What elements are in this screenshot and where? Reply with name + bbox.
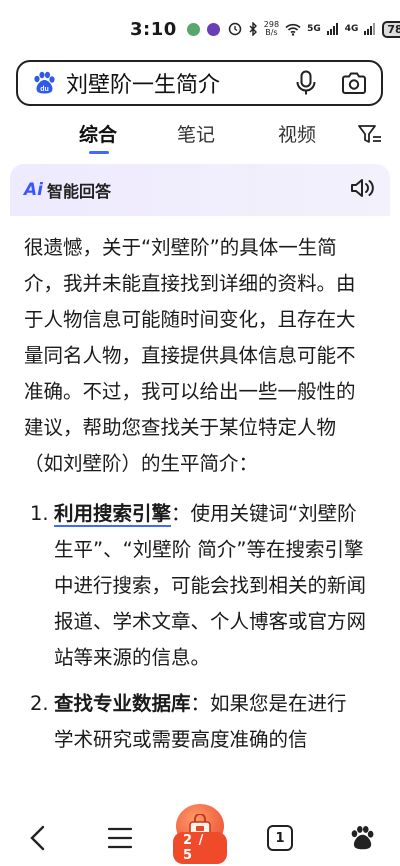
- app-notification-icon: [206, 22, 220, 36]
- list-item: 1. 利用搜索引擎：使用关键词“刘壁阶 生平”、“刘壁阶 简介”等在搜索引擎中进…: [24, 496, 366, 676]
- wifi-icon: [285, 23, 301, 36]
- voice-search-button[interactable]: [289, 66, 323, 100]
- tab-videos[interactable]: 视频: [278, 120, 316, 147]
- ai-logo: Ai: [24, 180, 43, 200]
- list-item-keyword: 查找专业数据库: [54, 692, 191, 715]
- list-item-number: 2.: [30, 692, 49, 715]
- speaker-button[interactable]: [350, 177, 376, 203]
- menu-icon: [108, 827, 132, 849]
- list-item-number: 1.: [30, 502, 49, 525]
- page-count-badge: 2 / 5: [173, 832, 227, 864]
- baidu-paw-icon[interactable]: du: [30, 69, 58, 97]
- status-time: 3:10: [130, 18, 177, 40]
- suggestion-list: 1. 利用搜索引擎：使用关键词“刘壁阶 生平”、“刘壁阶 简介”等在搜索引擎中进…: [24, 496, 366, 758]
- baidu-paw-icon: [351, 825, 374, 850]
- net-speed: 298 B/s: [263, 20, 280, 37]
- app-notification-icon: [186, 22, 200, 36]
- back-arrow-icon: [30, 825, 45, 851]
- tab-count-badge: 1: [267, 825, 293, 851]
- tab-comprehensive[interactable]: 综合: [79, 120, 117, 147]
- ai-answer-title: 智能回答: [46, 182, 111, 201]
- status-app-icons: [186, 22, 220, 36]
- svg-text:du: du: [40, 86, 49, 93]
- speaker-icon: [351, 179, 374, 197]
- tabs-button[interactable]: 1: [260, 818, 300, 858]
- ai-answer-body: 很遗憾，关于“刘壁阶”的具体一生简介，我并未能直接找到详细的资料。由于人物信息可…: [10, 216, 390, 806]
- list-item: 2. 查找专业数据库：如果您是在进行学术研究或需要高度准确的信: [24, 686, 366, 758]
- signal-bars-icon: [364, 23, 376, 35]
- bottom-nav: 2 / 5 1: [0, 804, 400, 866]
- search-input[interactable]: 刘壁阶一生简介: [66, 67, 275, 99]
- alarm-icon: [228, 22, 242, 36]
- page-indicator-button[interactable]: 2 / 5: [173, 804, 227, 864]
- list-item-body: 利用搜索引擎：使用关键词“刘壁阶 生平”、“刘壁阶 简介”等在搜索引擎中进行搜索…: [54, 496, 366, 676]
- list-item-text: ：使用关键词“刘壁阶 生平”、“刘壁阶 简介”等在搜索引擎中进行搜索，可能会找到…: [54, 502, 367, 669]
- list-item-keyword[interactable]: 利用搜索引擎: [54, 502, 171, 525]
- signal-label-4g: 4G: [344, 24, 359, 34]
- status-system-icons: 298 B/s 5G 4G 78: [228, 20, 400, 38]
- ai-answer-header: Ai 智能回答: [10, 164, 390, 216]
- menu-button[interactable]: [100, 818, 140, 858]
- signal-label-5g: 5G: [307, 24, 321, 34]
- status-bar: 3:10 298 B/s 5G 4G 78: [0, 0, 400, 58]
- baidu-home-button[interactable]: [342, 818, 382, 858]
- microphone-icon: [296, 70, 316, 95]
- bluetooth-icon: [249, 22, 257, 36]
- list-item-body: 查找专业数据库：如果您是在进行学术研究或需要高度准确的信: [54, 686, 366, 758]
- signal-bars-icon: [326, 23, 338, 35]
- camera-icon: [342, 72, 366, 94]
- tab-notes[interactable]: 笔记: [177, 120, 215, 147]
- search-bar[interactable]: du 刘壁阶一生简介: [16, 60, 383, 106]
- filter-icon[interactable]: [358, 124, 382, 150]
- result-tabs: 综合 笔记 视频: [0, 118, 400, 160]
- battery-indicator: 78: [382, 20, 400, 38]
- active-tab-indicator: [89, 151, 109, 154]
- camera-search-button[interactable]: [337, 66, 371, 100]
- back-button[interactable]: [18, 818, 58, 858]
- answer-intro: 很遗憾，关于“刘壁阶”的具体一生简介，我并未能直接找到详细的资料。由于人物信息可…: [24, 236, 356, 475]
